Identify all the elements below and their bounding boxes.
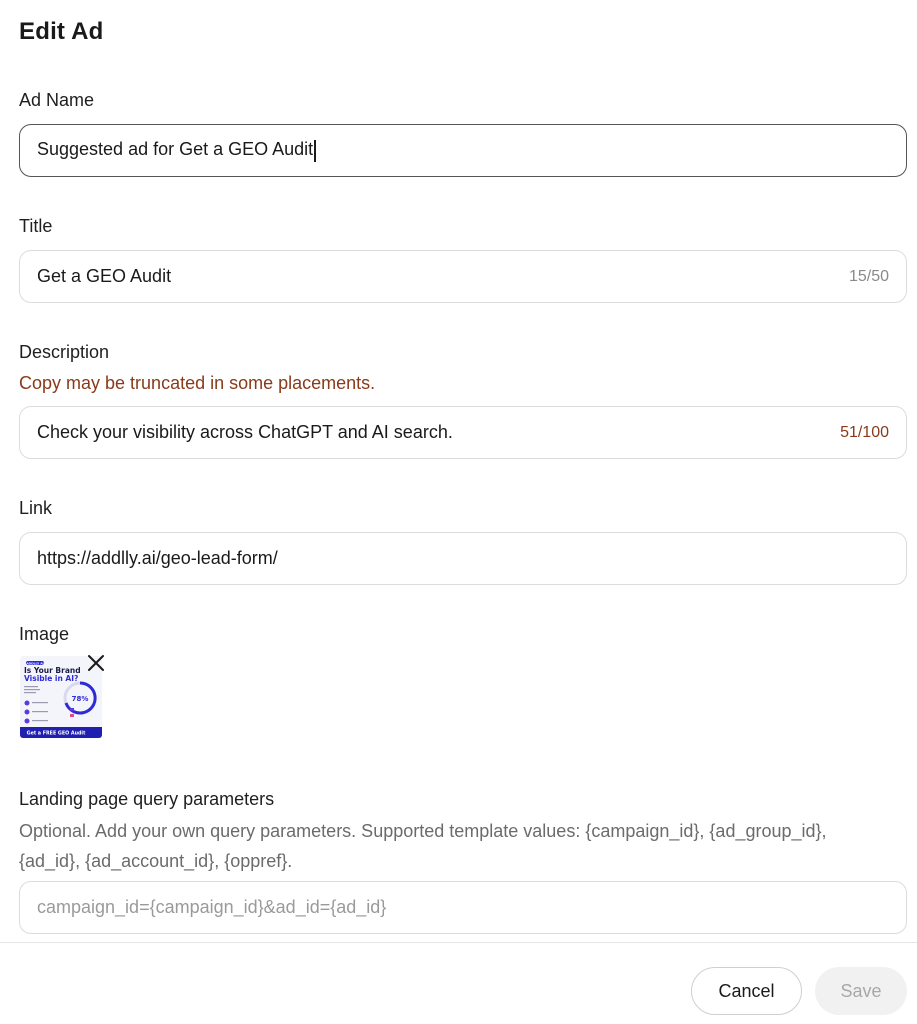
cancel-button[interactable]: Cancel (691, 967, 802, 1015)
query-params-placeholder: campaign_id={campaign_id}&ad_id={ad_id} (37, 897, 387, 917)
image-label: Image (19, 624, 70, 644)
edit-ad-dialog: Edit Ad Ad Name Suggested ad for Get a G… (0, 0, 917, 1024)
query-params-help: Optional. Add your own query parameters.… (19, 821, 827, 871)
thumbnail-headline-2: Visible in AI? (24, 674, 78, 683)
title-label: Title (19, 216, 53, 236)
thumbnail-stat: 78% (72, 695, 89, 703)
thumbnail-cta: Get a FREE GEO Audit (27, 731, 86, 737)
close-icon (88, 655, 104, 671)
link-input[interactable]: https://addlly.ai/geo-lead-form/ (19, 532, 907, 585)
ad-name-value: Suggested ad for Get a GEO Audit (37, 139, 889, 162)
dialog-title: Edit Ad (19, 18, 104, 45)
save-button[interactable]: Save (815, 967, 907, 1015)
remove-image-button[interactable] (86, 653, 106, 673)
text-caret (314, 139, 317, 162)
title-char-counter: 15/50 (848, 267, 889, 285)
ad-name-label: Ad Name (19, 90, 95, 110)
title-input[interactable]: Get a GEO Audit 15/50 (19, 250, 907, 303)
description-label: Description (19, 342, 110, 362)
link-label: Link (19, 498, 53, 518)
link-value: https://addlly.ai/geo-lead-form/ (37, 548, 278, 568)
query-params-label: Landing page query parameters (19, 789, 275, 809)
thumbnail-brand: ADDLLY AI (26, 661, 43, 665)
description-input[interactable]: Check your visibility across ChatGPT and… (19, 406, 907, 459)
title-value: Get a GEO Audit (37, 266, 172, 286)
description-value: Check your visibility across ChatGPT and… (37, 422, 453, 442)
description-warning: Copy may be truncated in some placements… (19, 373, 376, 393)
ad-name-input[interactable]: Suggested ad for Get a GEO Audit (19, 124, 907, 177)
description-char-counter: 51/100 (840, 423, 889, 441)
footer-divider (0, 942, 917, 943)
query-params-input[interactable]: campaign_id={campaign_id}&ad_id={ad_id} (19, 881, 907, 934)
